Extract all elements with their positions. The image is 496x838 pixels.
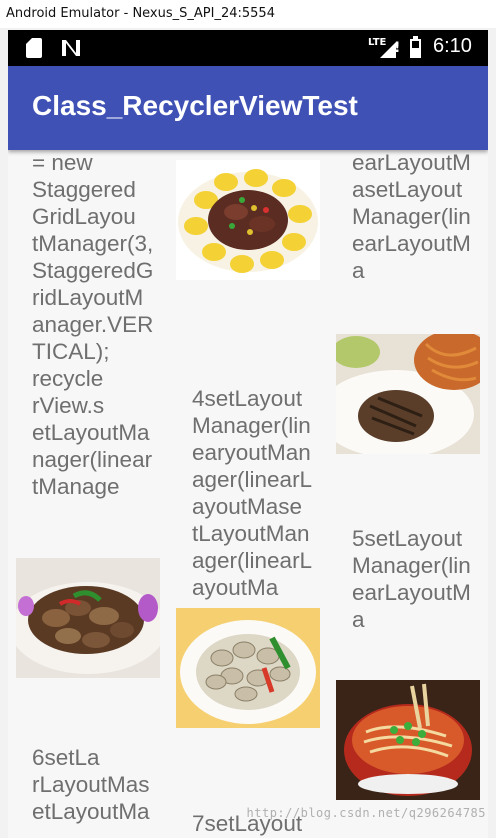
window-title: Android Emulator - Nexus_S_API_24:5554 <box>6 6 275 21</box>
window-titlebar: Android Emulator - Nexus_S_API_24:5554 <box>0 0 496 28</box>
list-item-text[interactable]: 6setLa rLayoutMas etLayoutMa <box>32 744 150 825</box>
no-data-icon: ! <box>394 40 401 56</box>
watermark-text: http://blog.csdn.net/q296264785 <box>246 806 486 820</box>
status-clock: 6:10 <box>433 35 472 57</box>
status-bar: LTE ! 6:10 <box>8 30 488 66</box>
app-bar: Class_RecyclerViewTest <box>8 66 488 150</box>
battery-icon <box>410 36 421 58</box>
sd-card-icon <box>26 38 42 58</box>
n-icon <box>62 40 80 56</box>
list-item-text[interactable]: earLayoutM asetLayout Manager(lin earLay… <box>352 150 471 284</box>
food-image-clams-dish[interactable] <box>16 558 160 678</box>
food-image-clams-plate[interactable] <box>176 608 320 728</box>
recycler-view[interactable]: = new Staggered GridLayou tManager(3, St… <box>8 150 488 838</box>
list-item-text[interactable]: = new Staggered GridLayou tManager(3, St… <box>32 150 153 500</box>
list-item-text[interactable]: 4setLayout Manager(lin earyoutMan ager(l… <box>192 385 312 601</box>
app-title: Class_RecyclerViewTest <box>32 90 358 121</box>
food-image-steak-pasta[interactable] <box>336 334 480 454</box>
phone-screen: LTE ! 6:10 Class_RecyclerViewTest = new … <box>8 30 488 838</box>
food-image-noodle-bowl[interactable] <box>336 680 480 800</box>
food-image-corn-beef[interactable] <box>176 160 320 280</box>
list-item-text[interactable]: 5setLayout Manager(lin earLayoutM a <box>352 525 471 633</box>
